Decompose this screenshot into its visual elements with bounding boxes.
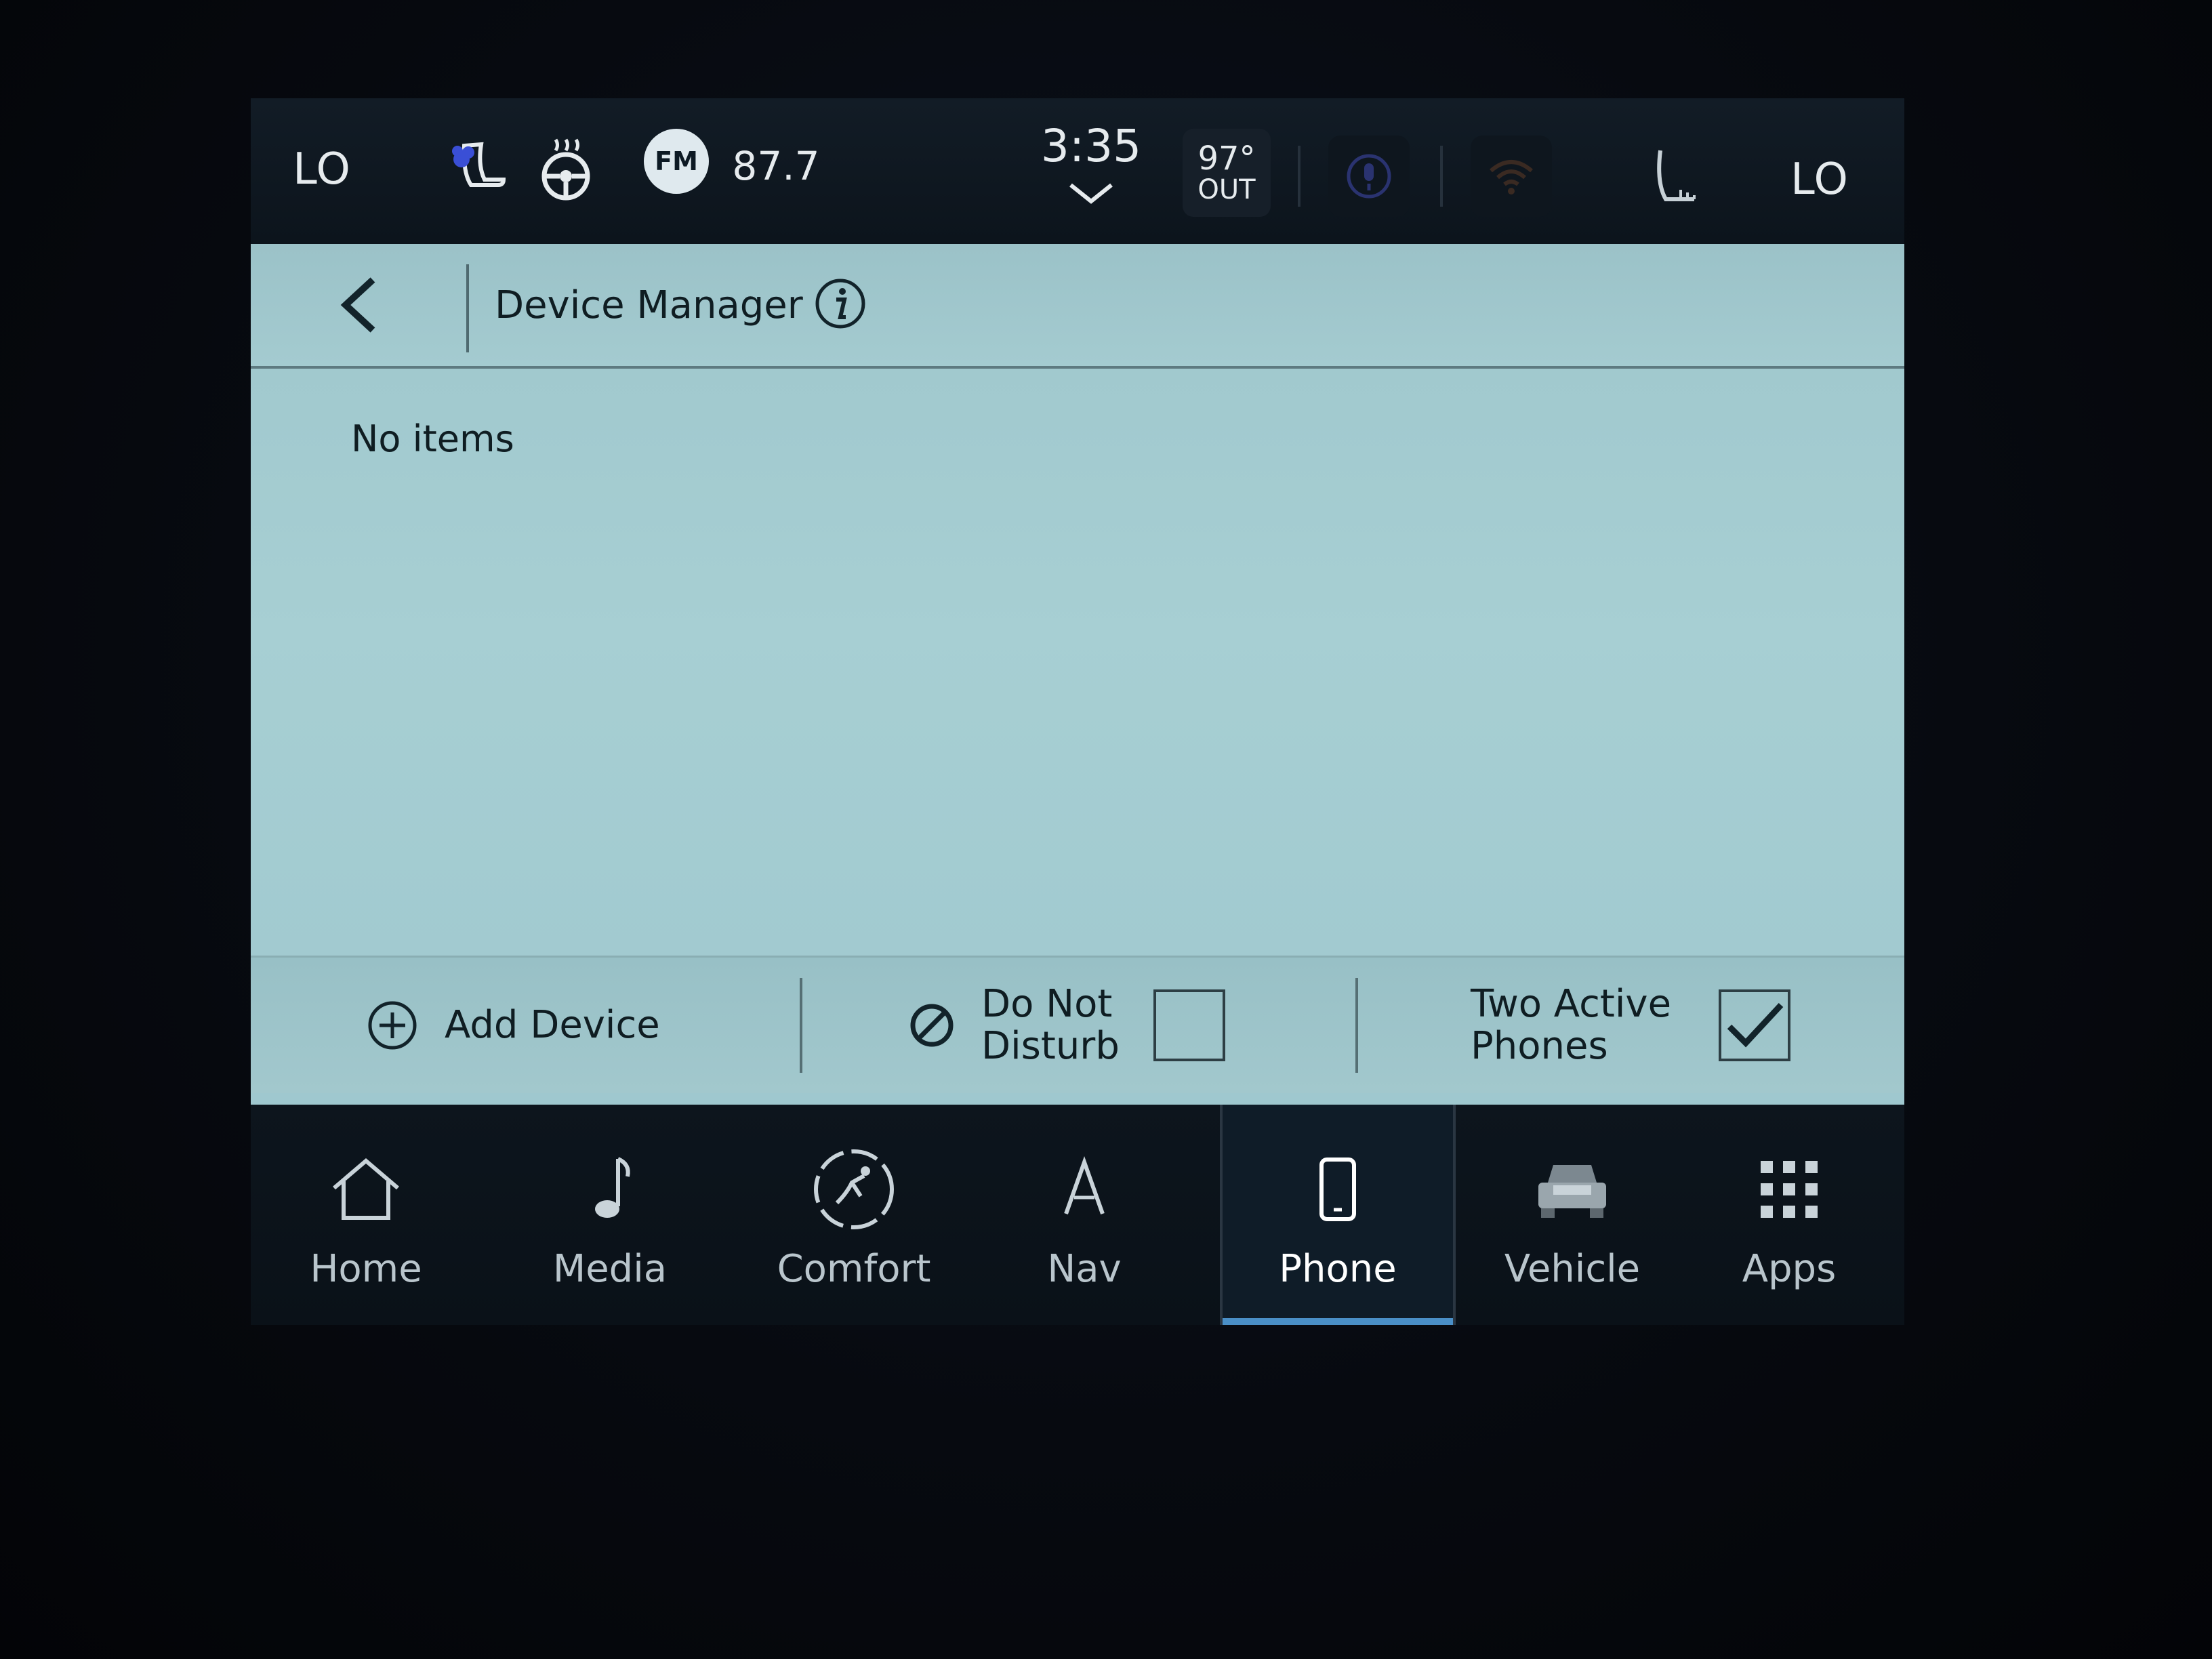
chevron-left-icon	[340, 277, 375, 333]
passenger-seat-icon[interactable]	[1640, 136, 1715, 224]
info-icon	[815, 279, 865, 329]
nav-apps[interactable]: Apps	[1674, 1105, 1904, 1325]
checkmark-icon	[1727, 1002, 1784, 1048]
home-icon	[333, 1158, 399, 1220]
status-bar: LO FM 87.7 3:35 97° OUT LO	[251, 98, 1904, 244]
page-header: Device Manager	[251, 244, 1904, 369]
nav-media-label: Media	[552, 1247, 668, 1291]
wifi-hotspot-icon[interactable]	[1471, 136, 1552, 217]
nav-home[interactable]: Home	[251, 1105, 481, 1325]
nav-apps-label: Apps	[1742, 1247, 1837, 1291]
heated-seat-icon[interactable]	[441, 125, 515, 213]
action-divider	[1355, 978, 1358, 1073]
nav-navigation[interactable]: Nav	[969, 1105, 1200, 1325]
action-divider	[800, 978, 802, 1073]
page-title: Device Manager	[495, 283, 803, 327]
nav-comfort-label: Comfort	[777, 1247, 931, 1291]
header-divider	[466, 264, 469, 352]
two-active-phones-label-line2: Phones	[1471, 1024, 1608, 1068]
radio-frequency[interactable]: 87.7	[718, 136, 834, 197]
nav-home-label: Home	[310, 1247, 422, 1291]
music-note-icon	[595, 1157, 630, 1218]
outside-temp-label: OUT	[1197, 174, 1256, 206]
nav-phone[interactable]: Phone	[1220, 1105, 1456, 1325]
do-not-disturb-checkbox[interactable]	[1153, 989, 1225, 1061]
navigation-arrow-icon	[1064, 1156, 1105, 1215]
nav-media[interactable]: Media	[495, 1105, 725, 1325]
comfort-icon	[814, 1149, 894, 1229]
do-not-disturb-label-line2: Disturb	[981, 1024, 1120, 1068]
info-button[interactable]	[813, 276, 867, 331]
add-device-button[interactable]: Add Device	[366, 958, 660, 1093]
two-active-phones-label-line1: Two Active	[1471, 982, 1672, 1027]
do-not-disturb-icon	[910, 1004, 954, 1047]
two-active-phones-label: Two Active Phones	[1471, 983, 1671, 1067]
empty-list-message: No items	[351, 417, 514, 460]
voice-assistant-icon[interactable]	[1328, 136, 1410, 217]
passenger-temp[interactable]: LO	[1776, 142, 1864, 217]
do-not-disturb-label: Do Not Disturb	[981, 983, 1120, 1067]
two-active-phones-checkbox[interactable]	[1719, 989, 1791, 1061]
back-button[interactable]	[319, 271, 400, 339]
phone-icon	[1319, 1158, 1356, 1221]
nav-comfort[interactable]: Comfort	[739, 1105, 969, 1325]
nav-vehicle[interactable]: Vehicle	[1457, 1105, 1687, 1325]
plus-circle-icon	[368, 1001, 417, 1050]
apps-grid-icon	[1761, 1161, 1818, 1218]
outside-temperature: 97° OUT	[1183, 129, 1271, 217]
do-not-disturb-label-line1: Do Not	[981, 982, 1113, 1027]
device-actions-bar: Add Device Do Not Disturb Two Active Pho…	[251, 956, 1904, 1093]
infotainment-screen: LO FM 87.7 3:35 97° OUT LO Device Manage…	[251, 98, 1904, 1325]
nav-navigation-label: Nav	[1047, 1247, 1122, 1291]
nav-vehicle-label: Vehicle	[1504, 1247, 1641, 1291]
heated-steering-wheel-icon[interactable]	[529, 129, 603, 210]
clock-time[interactable]: 3:35	[1030, 112, 1152, 180]
outside-temp-value: 97°	[1197, 139, 1256, 178]
truck-icon	[1538, 1165, 1606, 1218]
driver-temp[interactable]: LO	[278, 132, 366, 207]
status-divider	[1440, 146, 1443, 207]
bottom-navigation: Home Media Comfort Nav Phone Vehicle App…	[251, 1105, 1904, 1325]
add-device-label: Add Device	[445, 1003, 660, 1048]
chevron-down-icon[interactable]	[1064, 176, 1118, 210]
nav-phone-label: Phone	[1279, 1247, 1397, 1291]
do-not-disturb-toggle[interactable]: Do Not Disturb	[908, 958, 1225, 1093]
status-divider	[1298, 146, 1300, 207]
two-active-phones-toggle[interactable]: Two Active Phones	[1471, 958, 1791, 1093]
radio-band-badge[interactable]: FM	[644, 129, 709, 194]
